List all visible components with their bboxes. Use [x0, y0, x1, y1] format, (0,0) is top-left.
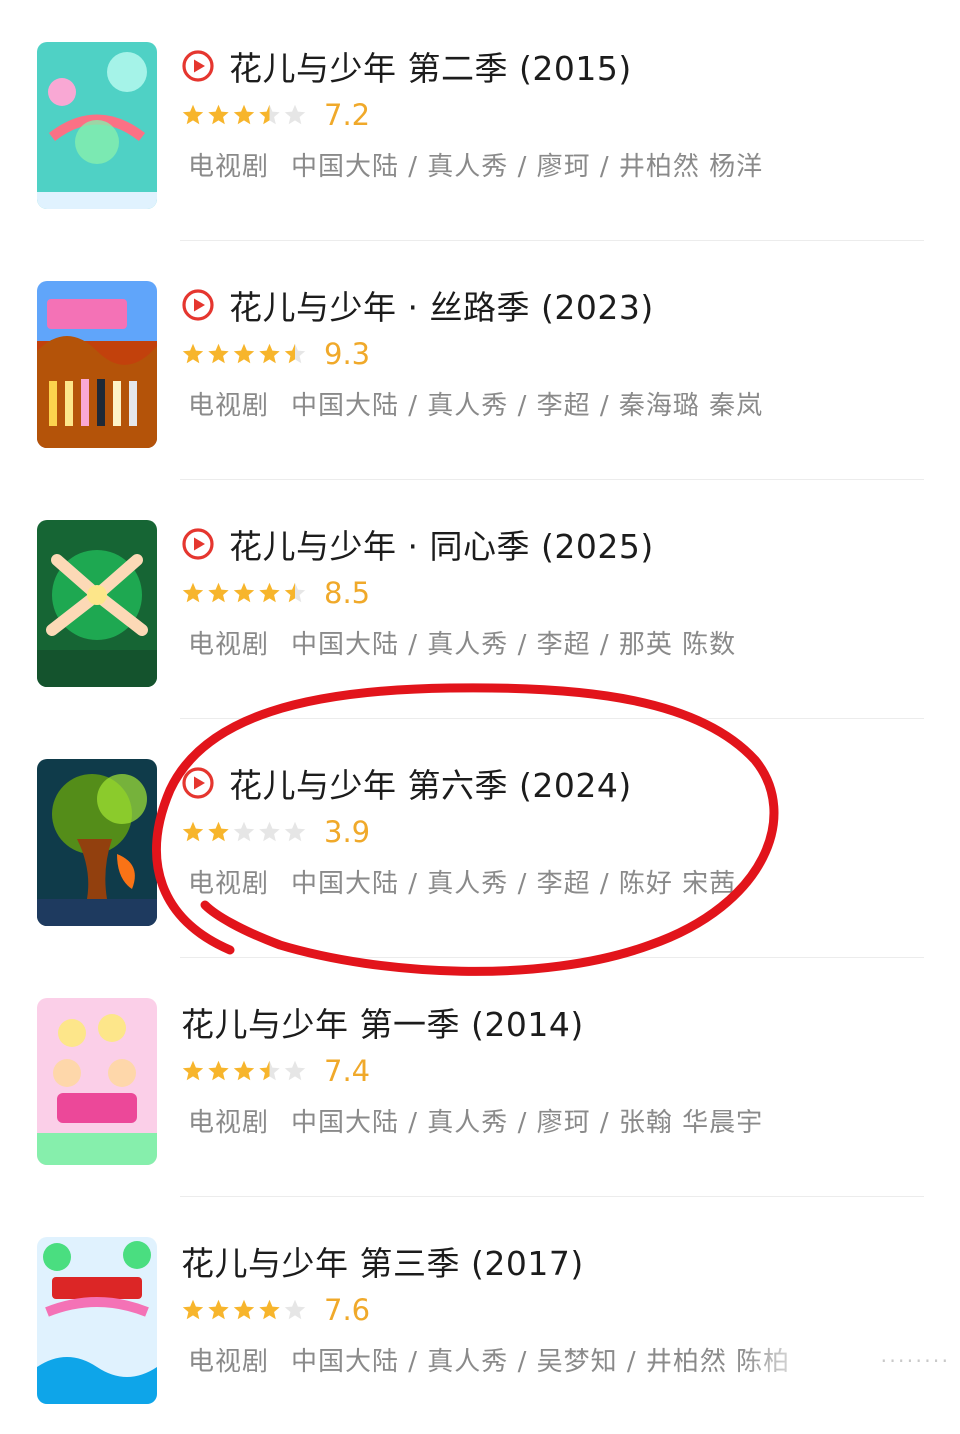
star-rating: [181, 103, 308, 127]
star-icon: [208, 1060, 229, 1081]
star-icon: [284, 582, 306, 603]
star-icon: [259, 821, 280, 842]
result-item[interactable]: 花儿与少年 第一季 (2014) 7.4 电视剧 中国大陆 / 真人秀 / 廖珂…: [0, 956, 960, 1197]
meta-info: 中国大陆 / 真人秀 / 廖珂 / 张翰 华晨宇: [291, 1107, 764, 1138]
star-rating: [181, 820, 308, 844]
star-icon: [208, 1299, 229, 1320]
result-title[interactable]: 花儿与少年 第三季 (2017): [181, 1237, 584, 1285]
rating-score: 7.6: [324, 1293, 371, 1327]
result-title[interactable]: 花儿与少年 · 同心季 (2025): [229, 520, 654, 568]
star-icon: [233, 104, 255, 125]
type-label: 电视剧: [188, 868, 270, 899]
star-icon: [208, 582, 229, 603]
poster-silk-road-image: [37, 281, 157, 448]
meta-info: 中国大陆 / 真人秀 / 吴梦知 / 井柏然 陈柏: [291, 1346, 791, 1377]
poster-image[interactable]: [37, 1237, 157, 1404]
star-rating: [181, 581, 308, 605]
star-icon: [259, 1299, 280, 1320]
type-label: 电视剧: [188, 390, 270, 421]
star-icon: [259, 582, 280, 603]
star-icon: [233, 821, 255, 842]
star-icon: [259, 104, 280, 125]
star-icon: [233, 1299, 255, 1320]
poster-image[interactable]: [37, 998, 157, 1165]
rating-score: 7.2: [324, 98, 371, 132]
poster-image[interactable]: [37, 42, 157, 209]
star-icon: [208, 343, 229, 364]
poster-image[interactable]: [37, 520, 157, 687]
star-icon: [182, 1060, 204, 1081]
star-icon: [182, 1299, 204, 1320]
star-icon: [233, 343, 255, 364]
star-icon: [208, 821, 229, 842]
type-label: 电视剧: [188, 1107, 270, 1138]
star-icon: [284, 1299, 306, 1320]
result-item[interactable]: 花儿与少年 第二季 (2015) 7.2 电视剧 中国大陆 / 真人秀 / 廖珂…: [0, 0, 960, 241]
star-icon: [182, 582, 204, 603]
star-icon: [284, 104, 306, 125]
play-icon[interactable]: [181, 766, 215, 800]
star-rating: [181, 1298, 308, 1322]
result-title[interactable]: 花儿与少年 第六季 (2024): [229, 759, 632, 807]
poster-season-1-image: [37, 998, 157, 1165]
star-rating: [181, 342, 308, 366]
star-icon: [182, 104, 204, 125]
result-item[interactable]: 花儿与少年 · 同心季 (2025) 8.5 电视剧 中国大陆 / 真人秀 / …: [0, 478, 960, 719]
star-icon: [208, 104, 229, 125]
result-title[interactable]: 花儿与少年 第二季 (2015): [229, 42, 632, 90]
star-icon: [284, 343, 306, 364]
poster-image[interactable]: [37, 281, 157, 448]
type-label: 电视剧: [188, 629, 270, 660]
poster-season-2-image: [37, 42, 157, 209]
rating-score: 7.4: [324, 1054, 371, 1088]
meta-info: 中国大陆 / 真人秀 / 廖珂 / 井柏然 杨洋: [291, 151, 764, 182]
rating-score: 3.9: [324, 815, 371, 849]
star-icon: [182, 821, 204, 842]
star-icon: [182, 343, 204, 364]
result-title[interactable]: 花儿与少年 第一季 (2014): [181, 998, 584, 1046]
meta-info: 中国大陆 / 真人秀 / 李超 / 那英 陈数: [291, 629, 737, 660]
rating-score: 9.3: [324, 337, 371, 371]
star-icon: [284, 1060, 306, 1081]
star-icon: [233, 582, 255, 603]
star-icon: [284, 821, 306, 842]
rating-score: 8.5: [324, 576, 371, 610]
meta-info: 中国大陆 / 真人秀 / 李超 / 秦海璐 秦岚: [291, 390, 764, 421]
result-item[interactable]: 花儿与少年 · 丝路季 (2023) 9.3 电视剧 中国大陆 / 真人秀 / …: [0, 239, 960, 480]
play-icon[interactable]: [181, 49, 215, 83]
watermark: · · · · · · · ·: [740, 1345, 950, 1375]
type-label: 电视剧: [188, 151, 270, 182]
star-rating: [181, 1059, 308, 1083]
poster-tongxin-image: [37, 520, 157, 687]
poster-season-3-image: [37, 1237, 157, 1404]
play-icon[interactable]: [181, 288, 215, 322]
poster-season-6-image: [37, 759, 157, 926]
result-item[interactable]: 花儿与少年 第六季 (2024) 3.9 电视剧 中国大陆 / 真人秀 / 李超…: [0, 717, 960, 958]
play-icon[interactable]: [181, 527, 215, 561]
meta-info: 中国大陆 / 真人秀 / 李超 / 陈好 宋茜: [291, 868, 737, 899]
star-icon: [259, 343, 280, 364]
poster-image[interactable]: [37, 759, 157, 926]
result-item[interactable]: 花儿与少年 第三季 (2017) 7.6 电视剧 中国大陆 / 真人秀 / 吴梦…: [0, 1195, 960, 1434]
type-label: 电视剧: [188, 1346, 270, 1377]
star-icon: [259, 1060, 280, 1081]
result-title[interactable]: 花儿与少年 · 丝路季 (2023): [229, 281, 654, 329]
star-icon: [233, 1060, 255, 1081]
